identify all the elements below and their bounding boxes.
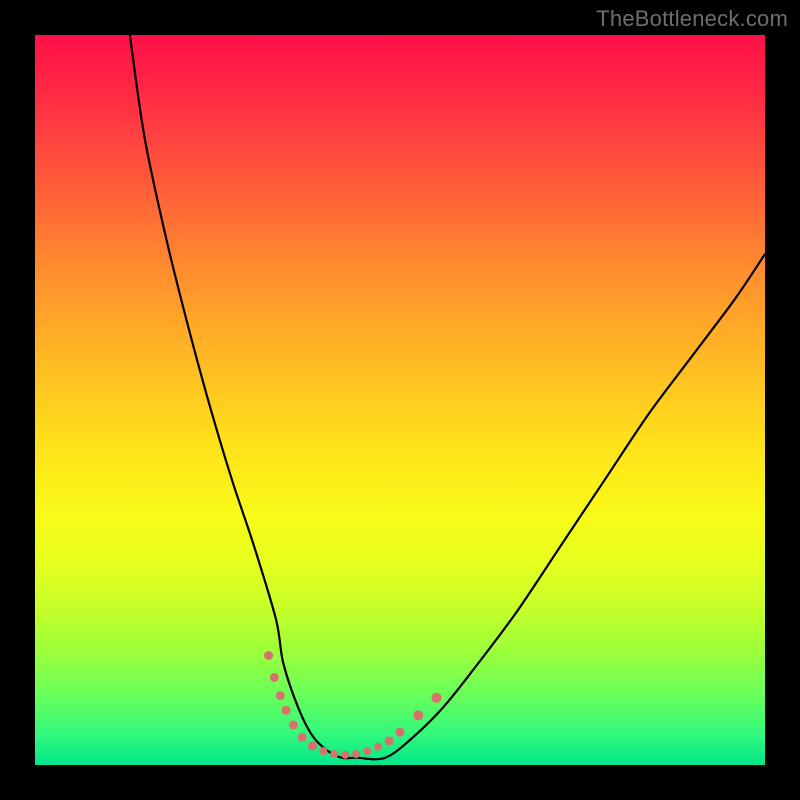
- marker-dot: [385, 736, 394, 745]
- marker-dot: [363, 747, 371, 755]
- marker-dot: [374, 743, 382, 751]
- marker-dot: [396, 728, 405, 737]
- marker-dot: [330, 750, 338, 758]
- marker-dot: [308, 742, 317, 751]
- marker-dot: [319, 747, 327, 755]
- bottleneck-curve: [130, 35, 765, 759]
- marker-dot: [432, 693, 442, 703]
- marker-dot: [276, 691, 285, 700]
- marker-dot: [270, 673, 279, 682]
- curve-svg: [35, 35, 765, 765]
- marker-dot: [282, 706, 291, 715]
- marker-dot: [341, 751, 349, 759]
- marker-dot: [289, 720, 298, 729]
- chart-frame: TheBottleneck.com: [0, 0, 800, 800]
- marker-dot: [264, 651, 273, 660]
- plot-area: [35, 35, 765, 765]
- marker-dot: [352, 750, 360, 758]
- watermark-text: TheBottleneck.com: [596, 6, 788, 32]
- marker-dot: [413, 710, 423, 720]
- highlighted-points: [264, 651, 441, 759]
- marker-dot: [298, 733, 307, 742]
